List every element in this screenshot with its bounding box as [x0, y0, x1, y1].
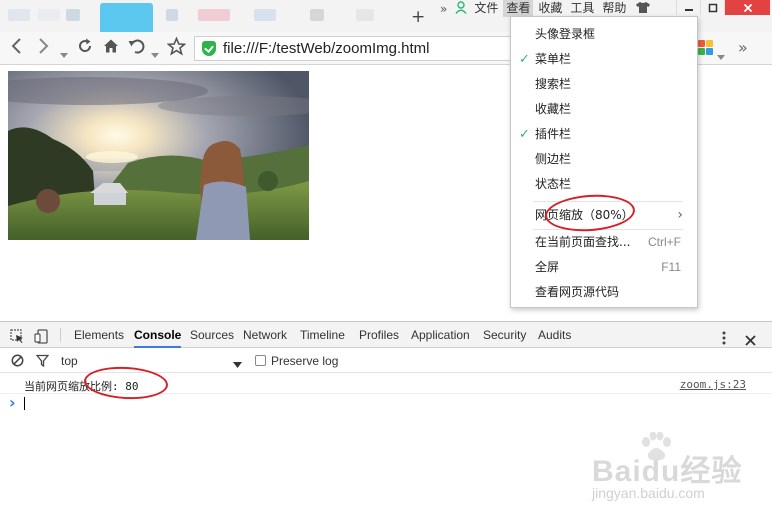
- tab-blurred[interactable]: [38, 9, 60, 21]
- filter-icon[interactable]: [35, 354, 50, 370]
- baidu-watermark: Baidu经验 jingyan.baidu.com: [590, 432, 760, 512]
- close-devtools-icon[interactable]: [745, 329, 756, 346]
- devtools-tab-bar: Elements Console Sources Network Timelin…: [0, 322, 772, 348]
- maximize-icon[interactable]: [700, 0, 724, 15]
- menu-item-avatar-login[interactable]: 头像登录框: [511, 22, 697, 47]
- window-controls: [676, 0, 770, 15]
- check-icon: ✓: [519, 52, 530, 67]
- devtools-menu-icon[interactable]: [722, 328, 726, 345]
- menu-item-label: 菜单栏: [535, 52, 572, 66]
- tab-blurred[interactable]: [254, 9, 276, 21]
- menu-item-label: 查看网页源代码: [535, 285, 620, 299]
- home-icon[interactable]: [102, 37, 120, 60]
- menu-item-plugin-bar[interactable]: ✓ 插件栏: [511, 122, 697, 147]
- tab-elements[interactable]: Elements: [74, 322, 124, 348]
- menubar-overflow-icon[interactable]: »: [440, 2, 447, 16]
- tab-blurred[interactable]: [198, 9, 230, 21]
- minimize-icon[interactable]: [676, 0, 700, 15]
- menu-item-shortcut: Ctrl+F: [648, 235, 681, 249]
- log-source-link[interactable]: zoom.js:23: [680, 378, 746, 391]
- context-dropdown-icon[interactable]: [233, 358, 242, 372]
- tab-blurred[interactable]: [356, 9, 374, 21]
- user-icon[interactable]: [455, 0, 467, 17]
- shield-icon: [202, 41, 216, 56]
- menu-item-sidebar[interactable]: 侧边栏: [511, 147, 697, 172]
- tab-blurred[interactable]: [166, 9, 178, 21]
- tab-blurred[interactable]: [310, 9, 324, 21]
- menu-item-find-in-page[interactable]: 在当前页面查找... Ctrl+F: [511, 230, 697, 255]
- extensions-dropdown-icon[interactable]: [717, 46, 725, 66]
- clear-console-icon[interactable]: [11, 354, 24, 370]
- star-icon[interactable]: [166, 36, 187, 61]
- tab-security[interactable]: Security: [483, 322, 526, 348]
- tab-blurred[interactable]: [8, 9, 30, 21]
- tab-network[interactable]: Network: [243, 322, 287, 348]
- tab-console[interactable]: Console: [134, 322, 182, 348]
- back-icon[interactable]: [10, 37, 24, 60]
- toolbar-overflow-icon[interactable]: »: [738, 38, 748, 57]
- tab-application[interactable]: Application: [411, 322, 470, 348]
- menu-item-label: 在当前页面查找...: [535, 235, 631, 249]
- apps-grid-icon[interactable]: [698, 40, 714, 56]
- menu-item-label: 头像登录框: [535, 27, 596, 41]
- context-selector[interactable]: top: [61, 354, 78, 368]
- tab-audits[interactable]: Audits: [538, 322, 571, 348]
- tab-profiles[interactable]: Profiles: [359, 322, 399, 348]
- menu-item-label: 收藏栏: [535, 102, 572, 116]
- menu-item-shortcut: F11: [661, 260, 681, 274]
- watermark-url: jingyan.baidu.com: [592, 485, 705, 501]
- undo-icon[interactable]: [127, 37, 145, 60]
- skin-shirt-icon[interactable]: [635, 1, 651, 17]
- prompt-chevron-icon: ›: [9, 393, 16, 412]
- watermark-brand: Baidu经验: [592, 455, 743, 488]
- inspect-element-icon[interactable]: [10, 327, 25, 343]
- check-icon: ✓: [519, 127, 530, 142]
- menu-favorites[interactable]: 收藏: [535, 0, 565, 17]
- menu-item-fullscreen[interactable]: 全屏 F11: [511, 255, 697, 280]
- menu-item-searchbar[interactable]: 搜索栏: [511, 72, 697, 97]
- menu-item-label: 搜索栏: [535, 77, 572, 91]
- menu-item-label: 状态栏: [535, 177, 572, 191]
- tab-active[interactable]: [100, 3, 153, 32]
- menu-item-label: 插件栏: [535, 127, 572, 141]
- menu-file[interactable]: 文件: [471, 0, 501, 17]
- tab-blurred[interactable]: [66, 9, 80, 21]
- text-cursor: [24, 397, 25, 410]
- history-dropdown-icon[interactable]: [60, 44, 68, 64]
- refresh-icon[interactable]: [76, 37, 94, 60]
- close-window-icon[interactable]: [724, 0, 770, 15]
- new-tab-button[interactable]: +: [411, 7, 425, 27]
- chevron-right-icon: ›: [677, 207, 683, 223]
- tab-timeline[interactable]: Timeline: [300, 322, 345, 348]
- address-text[interactable]: file:///F:/testWeb/zoomImg.html: [223, 40, 429, 57]
- menu-item-label: 全屏: [535, 260, 560, 274]
- tab-divider: [60, 328, 61, 342]
- menu-tools[interactable]: 工具: [567, 0, 597, 17]
- menu-help[interactable]: 帮助: [599, 0, 629, 17]
- menu-view[interactable]: 查看: [503, 0, 534, 17]
- view-menu-dropdown: 头像登录框 ✓ 菜单栏 搜索栏 收藏栏 ✓ 插件栏 侧边栏 状态栏 网页缩放（8…: [510, 16, 698, 308]
- landscape-photo: [8, 71, 309, 240]
- undo-dropdown-icon[interactable]: [151, 44, 159, 64]
- menu-bar: » 文件 查看 收藏 工具 帮助: [440, 0, 651, 17]
- preserve-log-checkbox[interactable]: [255, 355, 266, 366]
- menu-item-view-source[interactable]: 查看网页源代码: [511, 280, 697, 305]
- menu-item-favorites-bar[interactable]: 收藏栏: [511, 97, 697, 122]
- forward-icon[interactable]: [36, 37, 50, 60]
- menu-item-label: 侧边栏: [535, 152, 572, 166]
- device-mode-icon[interactable]: [34, 327, 49, 344]
- menu-item-menubar[interactable]: ✓ 菜单栏: [511, 47, 697, 72]
- address-bar[interactable]: file:///F:/testWeb/zoomImg.html: [194, 36, 524, 61]
- tab-sources[interactable]: Sources: [190, 322, 234, 348]
- preserve-log-label: Preserve log: [271, 354, 339, 368]
- menu-item-statusbar[interactable]: 状态栏: [511, 172, 697, 197]
